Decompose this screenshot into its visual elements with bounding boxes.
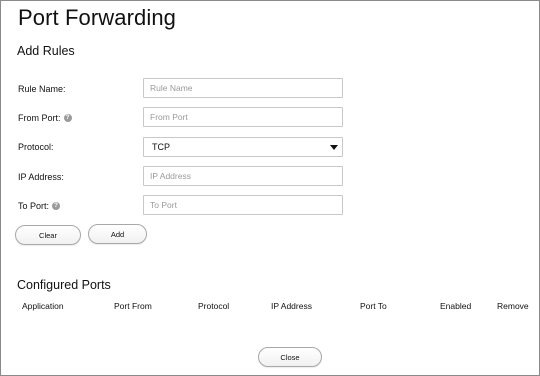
add-button[interactable]: Add — [88, 224, 147, 244]
page-title: Port Forwarding — [18, 5, 177, 30]
to-port-input[interactable] — [143, 195, 343, 215]
close-button[interactable]: Close — [258, 347, 322, 367]
ip-address-label: IP Address: — [18, 171, 64, 183]
question-icon[interactable]: ? — [52, 202, 61, 210]
column-header-enabled: Enabled — [440, 301, 472, 311]
configured-ports-heading: Configured Ports — [17, 278, 111, 292]
column-header-port-from: Port From — [114, 301, 152, 311]
to-port-label-text: To Port: — [18, 201, 50, 211]
protocol-selected-value: TCP — [152, 142, 170, 152]
rule-name-label-text: Rule Name: — [18, 84, 66, 94]
rule-name-input[interactable] — [143, 78, 343, 98]
protocol-label: Protocol: — [18, 141, 54, 153]
to-port-label: To Port: ? — [18, 200, 61, 212]
protocol-select[interactable]: TCP — [143, 137, 343, 157]
add-rules-heading: Add Rules — [17, 44, 75, 58]
column-header-ip-address: IP Address — [271, 301, 312, 311]
column-header-protocol: Protocol — [198, 301, 230, 311]
ip-address-input[interactable] — [143, 166, 343, 186]
protocol-label-text: Protocol: — [18, 142, 54, 152]
configured-ports-table-header: Application Port From Protocol IP Addres… — [1, 301, 539, 313]
clear-button[interactable]: Clear — [15, 225, 81, 245]
chevron-down-icon — [330, 145, 338, 150]
from-port-input[interactable] — [143, 107, 343, 127]
ip-address-label-text: IP Address: — [18, 172, 64, 182]
column-header-port-to: Port To — [360, 301, 387, 311]
port-forwarding-dialog: Port Forwarding Add Rules Rule Name: Fro… — [0, 0, 540, 376]
rule-name-label: Rule Name: — [18, 83, 66, 95]
column-header-application: Application — [22, 301, 64, 311]
question-icon[interactable]: ? — [63, 114, 72, 122]
from-port-label-text: From Port: — [18, 113, 61, 123]
from-port-label: From Port: ? — [18, 112, 72, 124]
column-header-remove: Remove — [497, 301, 529, 311]
